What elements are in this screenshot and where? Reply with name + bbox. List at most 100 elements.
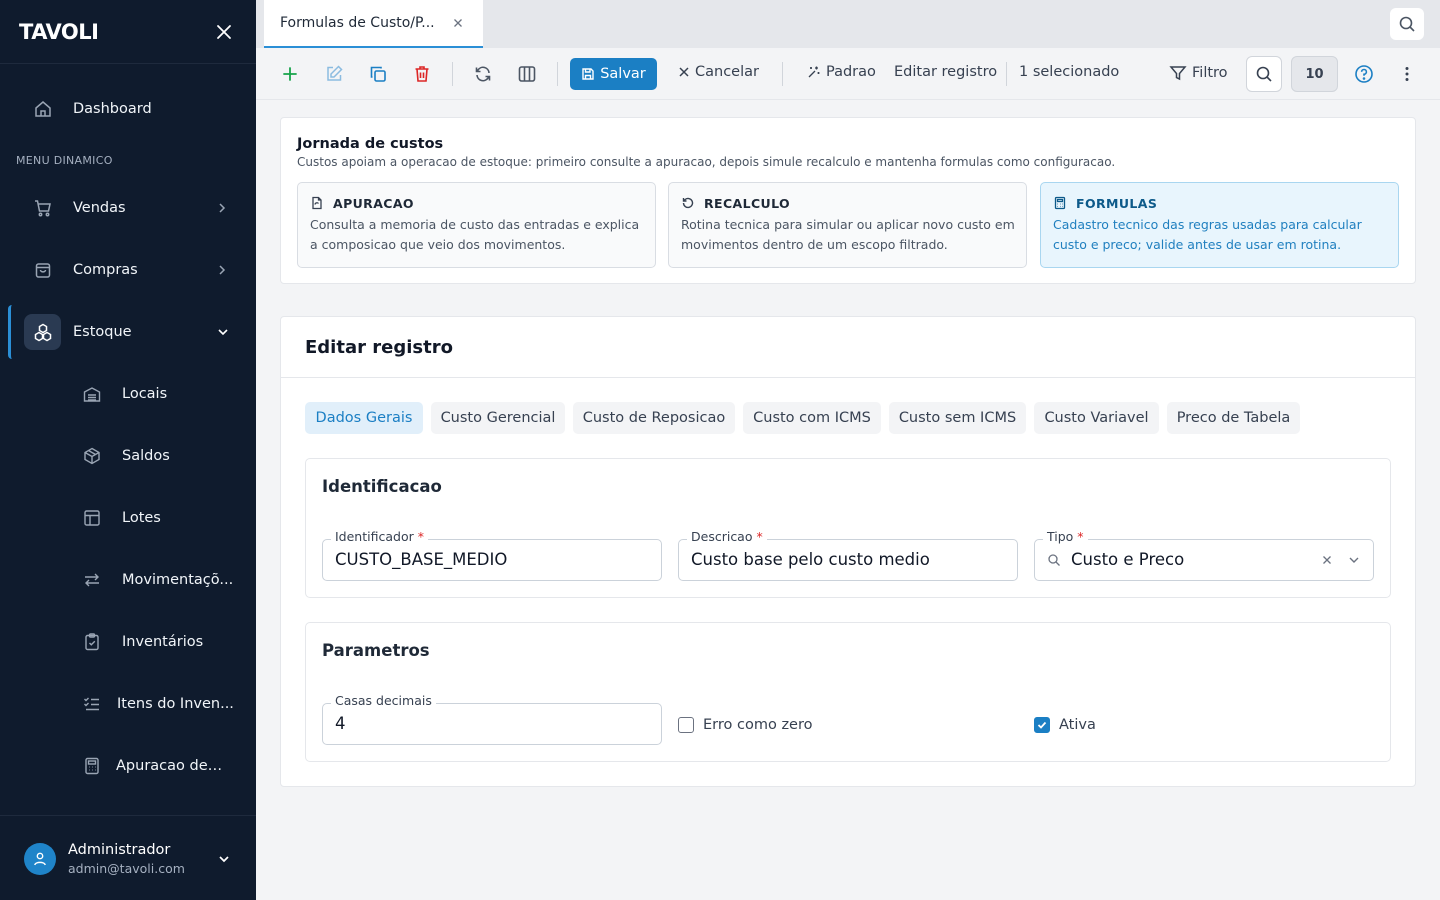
tab-custo-gerencial[interactable]: Custo Gerencial <box>431 402 565 434</box>
sidebar-subitem-lotes[interactable]: Lotes <box>0 494 256 542</box>
filter-button[interactable]: Filtro <box>1169 64 1228 82</box>
tab-custo-variavel[interactable]: Custo Variavel <box>1034 402 1159 434</box>
casas-decimais-input[interactable]: 4 <box>335 714 346 733</box>
tab-formulas-custo[interactable]: Formulas de Custo/P... <box>264 0 483 48</box>
tipo-select[interactable]: Tipo * Custo e Preco <box>1034 529 1374 581</box>
calculator-icon <box>1053 196 1067 210</box>
global-search-button[interactable] <box>1390 8 1424 40</box>
sidebar-subitem-movimentacoes[interactable]: Movimentaçõ... <box>0 556 256 604</box>
sidebar-subitem-apuracao[interactable]: Apuracao de ... <box>0 742 256 790</box>
refresh-button[interactable] <box>471 62 495 86</box>
sidebar-item-dashboard[interactable]: Dashboard <box>0 85 256 133</box>
refresh-icon <box>473 64 493 84</box>
checkbox-box[interactable] <box>678 717 694 733</box>
sidebar-item-estoque[interactable]: Estoque <box>0 308 256 356</box>
app-logo: TAVOLI <box>19 19 99 44</box>
save-button[interactable]: Salvar <box>570 58 657 90</box>
cancel-button[interactable]: Cancelar <box>678 64 759 80</box>
sidebar-item-compras[interactable]: Compras <box>0 246 256 294</box>
home-icon <box>33 99 53 119</box>
search-icon <box>1047 553 1061 567</box>
sidebar-subitem-inventarios[interactable]: Inventários <box>0 618 256 666</box>
close-icon[interactable] <box>452 17 464 29</box>
toolbar-divider <box>557 62 558 86</box>
sidebar-item-vendas[interactable]: Vendas <box>0 184 256 232</box>
trash-icon <box>412 64 432 84</box>
tab-custo-com-icms[interactable]: Custo com ICMS <box>743 402 881 434</box>
tab-dados-gerais[interactable]: Dados Gerais <box>305 402 423 434</box>
avatar <box>24 843 56 875</box>
sidebar-item-label: Compras <box>73 262 138 278</box>
rotate-ccw-icon <box>681 196 695 210</box>
sidebar-subitem-itens-inventario[interactable]: Itens do Inven... <box>0 680 256 728</box>
chevron-down-icon[interactable] <box>1347 553 1361 567</box>
journey-card-title: RECALCULO <box>704 196 791 211</box>
default-button[interactable]: Padrao <box>807 64 876 80</box>
identificador-field[interactable]: Identificador * CUSTO_BASE_MEDIO <box>322 529 662 581</box>
sidebar-section-label: MENU DINAMICO <box>16 154 113 167</box>
journey-card-desc: Rotina tecnica para simular ou aplicar n… <box>681 217 1015 252</box>
add-button[interactable] <box>278 62 302 86</box>
journey-card-title: FORMULAS <box>1076 196 1158 211</box>
close-icon[interactable] <box>214 22 234 42</box>
sidebar-subitem-locais[interactable]: Locais <box>0 370 256 418</box>
page-size-select[interactable]: 10 <box>1291 56 1338 92</box>
descricao-input[interactable]: Custo base pelo custo medio <box>691 550 930 569</box>
more-vertical-icon <box>1397 64 1417 84</box>
tab-bar: Formulas de Custo/P... <box>256 0 1440 48</box>
checkbox-label: Ativa <box>1059 717 1096 733</box>
journey-card-recalculo[interactable]: RECALCULO Rotina tecnica para simular ou… <box>668 182 1027 268</box>
cart-icon <box>33 198 53 218</box>
edit-record-label: Editar registro <box>894 64 998 80</box>
sidebar: TAVOLI Dashboard MENU DINAMICO Vendas Co… <box>0 0 256 900</box>
search-button[interactable] <box>1246 56 1282 92</box>
toolbar-divider <box>782 62 783 86</box>
checkbox-box[interactable] <box>1034 717 1050 733</box>
sidebar-subitem-label: Locais <box>122 386 168 402</box>
chevron-right-icon <box>215 263 229 277</box>
ativa-checkbox[interactable]: Ativa <box>1034 717 1096 733</box>
user-name: Administrador <box>68 842 171 858</box>
help-icon <box>1354 64 1374 84</box>
divider <box>281 377 1415 378</box>
checkbox-label: Erro como zero <box>703 717 813 733</box>
search-icon <box>1398 15 1416 33</box>
filter-icon <box>1169 64 1187 82</box>
duplicate-button[interactable] <box>366 62 390 86</box>
journey-title: Jornada de custos <box>297 136 444 152</box>
more-options-button[interactable] <box>1395 62 1419 86</box>
layout-icon <box>82 508 102 528</box>
columns-button[interactable] <box>515 62 539 86</box>
edit-button[interactable] <box>322 62 346 86</box>
sidebar-item-label: Vendas <box>73 200 126 216</box>
field-label: Descricao * <box>687 529 767 544</box>
casas-decimais-field[interactable]: Casas decimais 4 <box>322 693 662 745</box>
default-label: Padrao <box>826 64 876 80</box>
field-label: Identificador * <box>331 529 428 544</box>
parametros-group: Parametros Casas decimais 4 Erro como ze… <box>305 622 1391 762</box>
delete-button[interactable] <box>410 62 434 86</box>
tab-custo-reposicao[interactable]: Custo de Reposicao <box>573 402 735 434</box>
identificador-input[interactable]: CUSTO_BASE_MEDIO <box>335 550 507 569</box>
boxes-icon <box>33 322 53 342</box>
journey-card-title: APURACAO <box>333 196 414 211</box>
field-label: Tipo * <box>1043 529 1088 544</box>
descricao-field[interactable]: Descricao * Custo base pelo custo medio <box>678 529 1018 581</box>
chevron-down-icon[interactable] <box>217 852 231 866</box>
erro-como-zero-checkbox[interactable]: Erro como zero <box>678 717 813 733</box>
sidebar-subitem-saldos[interactable]: Saldos <box>0 432 256 480</box>
sidebar-subitem-label: Inventários <box>122 634 204 650</box>
journey-card-formulas[interactable]: FORMULAS Cadastro tecnico das regras usa… <box>1040 182 1399 268</box>
sidebar-item-label: Dashboard <box>73 101 152 117</box>
help-button[interactable] <box>1352 62 1376 86</box>
list-check-icon <box>82 694 102 714</box>
user-menu[interactable]: Administrador admin@tavoli.com <box>0 815 256 900</box>
tab-custo-sem-icms[interactable]: Custo sem ICMS <box>889 402 1026 434</box>
chevron-down-icon <box>216 325 230 339</box>
tab-label: Formulas de Custo/P... <box>280 15 435 31</box>
clear-icon[interactable] <box>1321 554 1333 566</box>
tab-preco-tabela[interactable]: Preco de Tabela <box>1167 402 1300 434</box>
sidebar-subitem-label: Movimentaçõ... <box>122 572 234 588</box>
journey-card-apuracao[interactable]: APURACAO Consulta a memoria de custo das… <box>297 182 656 268</box>
arrows-icon <box>82 570 102 590</box>
